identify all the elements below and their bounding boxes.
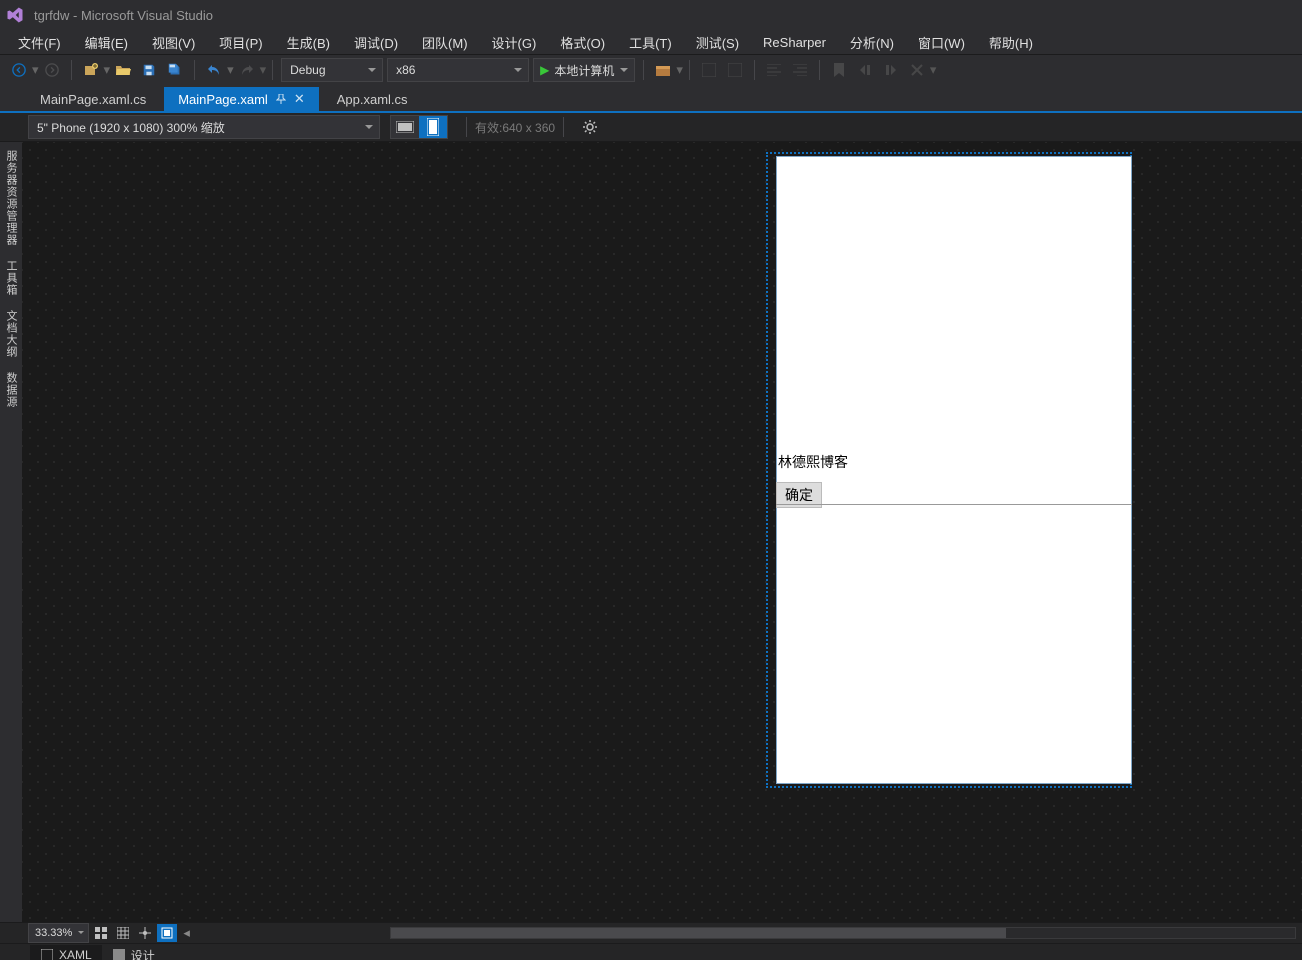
pane-label: XAML [59,948,92,960]
window-title: tgrfdw - Microsoft Visual Studio [34,8,213,23]
designer-pane-tabs: XAML 设计 [0,943,1302,960]
solution-platform-combo[interactable]: x86 [387,58,529,82]
menu-resharper[interactable]: ReSharper [751,32,838,53]
scrollbar-thumb[interactable] [391,928,1006,938]
orientation-group [390,115,448,139]
vs-logo-icon [6,6,24,24]
pin-icon[interactable] [276,94,286,104]
designer-toolbar: 5" Phone (1920 x 1080) 300% 缩放 有效:640 x … [0,113,1302,142]
nav-forward-button [41,59,63,81]
undo-button[interactable] [203,59,225,81]
designer-status-row: 33.33% ◂ [0,922,1302,943]
menu-view[interactable]: 视图(V) [140,30,207,55]
toolbar-separator [819,60,820,80]
left-tool-rail: 服务器资源管理器 工具箱 文档大纲 数据源 [0,142,22,922]
next-bookmark-button [880,59,902,81]
horizontal-scrollbar[interactable] [390,927,1296,939]
orientation-landscape-button[interactable] [391,116,419,138]
solution-config-combo[interactable]: Debug [281,58,383,82]
toolbar-separator [563,117,564,137]
menu-tools[interactable]: 工具(T) [617,30,684,55]
nav-back-button[interactable] [8,59,30,81]
toolbar-separator [194,60,195,80]
menu-analyze[interactable]: 分析(N) [838,30,906,55]
save-all-button[interactable] [164,59,186,81]
sidetab-server-explorer[interactable]: 服务器资源管理器 [1,144,21,252]
save-button[interactable] [138,59,160,81]
zoom-combo[interactable]: 33.33% [28,923,89,943]
toolbar-separator [643,60,644,80]
document-tabstrip: MainPage.xaml.cs MainPage.xaml ✕ App.xam… [0,85,1302,113]
device-combo[interactable]: 5" Phone (1920 x 1080) 300% 缩放 [28,115,380,139]
toolbar-separator [272,60,273,80]
tab-app-xaml-cs[interactable]: App.xaml.cs [323,87,422,111]
grid-row-divider [776,504,1132,505]
menu-format[interactable]: 格式(O) [548,30,617,55]
step-out-button [698,59,720,81]
indent-left-button [763,59,785,81]
menu-window[interactable]: 窗口(W) [906,30,977,55]
main-toolbar: ▾ ▾ ▾ ▾ Debug x86 ▶ 本地计算机 ▾ ▾ [0,54,1302,85]
indent-right-button [789,59,811,81]
tab-label: MainPage.xaml [178,92,268,107]
menu-bar: 文件(F) 编辑(E) 视图(V) 项目(P) 生成(B) 调试(D) 团队(M… [0,30,1302,54]
prev-bookmark-button [854,59,876,81]
preview-text-label: 林德熙博客 [778,452,848,472]
step-over-button [724,59,746,81]
tab-mainpage-xaml[interactable]: MainPage.xaml ✕ [164,87,319,111]
menu-build[interactable]: 生成(B) [275,30,342,55]
toolbar-separator [754,60,755,80]
pane-xaml-tab[interactable]: XAML [30,945,102,960]
menu-design[interactable]: 设计(G) [480,30,549,55]
sidetab-document-outline[interactable]: 文档大纲 [1,304,21,364]
play-icon: ▶ [540,63,549,77]
menu-edit[interactable]: 编辑(E) [73,30,140,55]
run-target-label: 本地计算机 [554,62,614,79]
redo-button [236,59,258,81]
menu-file[interactable]: 文件(F) [6,30,73,55]
tab-label: MainPage.xaml.cs [40,92,146,107]
design-surface[interactable]: 林德熙博客 确定 [22,142,1302,922]
open-file-button[interactable] [112,59,134,81]
close-tab-icon[interactable]: ✕ [294,91,305,107]
design-pane-icon [112,948,126,960]
sidetab-data-sources[interactable]: 数据源 [1,366,21,414]
tab-mainpage-xaml-cs[interactable]: MainPage.xaml.cs [26,87,160,111]
toolbar-separator [466,117,467,137]
orientation-portrait-button[interactable] [419,116,447,138]
toolbar-separator [689,60,690,80]
menu-test[interactable]: 测试(S) [684,30,751,55]
tab-label: App.xaml.cs [337,92,408,107]
start-debugging-button[interactable]: ▶ 本地计算机 [533,58,635,82]
pane-design-tab[interactable]: 设计 [102,945,165,960]
effective-size-label: 有效:640 x 360 [475,119,555,136]
menu-help[interactable]: 帮助(H) [977,30,1045,55]
toolbox-button[interactable] [652,59,674,81]
scroll-left-arrow[interactable]: ◂ [183,925,190,941]
menu-project[interactable]: 项目(P) [207,30,274,55]
menu-debug[interactable]: 调试(D) [342,30,410,55]
toggle-artboard-icon[interactable] [157,924,177,942]
grid-view-icon[interactable] [91,924,111,942]
title-bar: tgrfdw - Microsoft Visual Studio [0,0,1302,30]
clear-bookmarks-button [906,59,928,81]
phone-preview: 林德熙博客 确定 [766,152,1132,788]
sidetab-toolbox[interactable]: 工具箱 [1,254,21,302]
snap-lines-icon[interactable] [135,924,155,942]
pane-label: 设计 [131,947,155,960]
snap-grid-icon[interactable] [113,924,133,942]
bookmark-button [828,59,850,81]
new-project-button[interactable] [80,59,102,81]
toolbar-separator [71,60,72,80]
xaml-pane-icon [40,948,54,960]
designer-settings-button[interactable] [578,115,602,139]
menu-team[interactable]: 团队(M) [410,30,480,55]
